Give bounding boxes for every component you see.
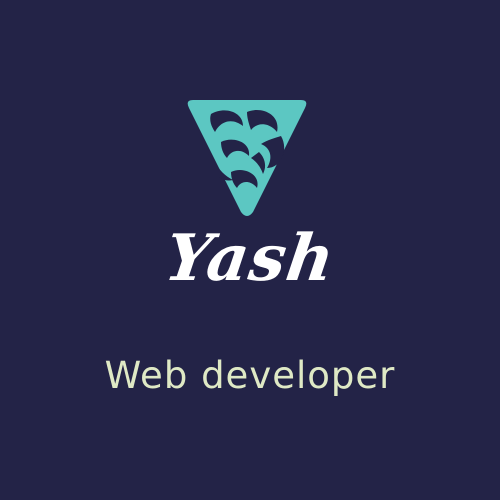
brand-name: Yash [160,221,340,296]
swirl-triangle-icon [185,96,309,220]
logo-card: Yash Web developer [0,0,500,500]
brand-tagline: Web developer [104,354,396,397]
